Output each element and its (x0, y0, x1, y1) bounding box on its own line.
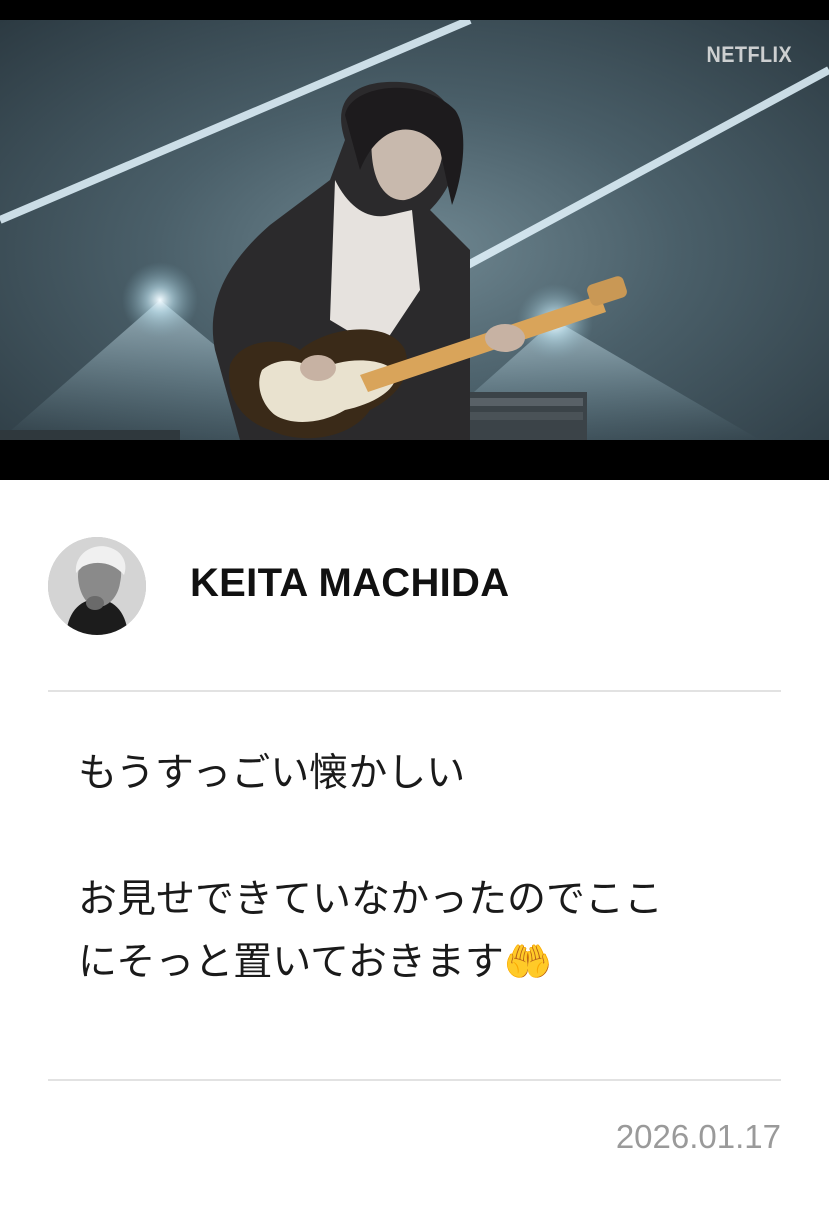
video-player[interactable]: NETFLIX (0, 0, 829, 480)
post-text-line: にそっと置いておきます🤲 (78, 940, 553, 985)
post-text-line: もうすっごい懐かしい (78, 751, 466, 796)
post-body: もうすっごい懐かしい お見せできていなかったのでここ にそっと置いておきます🤲 (78, 742, 768, 994)
profile-photo-icon (48, 537, 146, 635)
divider (48, 1079, 781, 1081)
author-header: KEITA MACHIDA (48, 537, 781, 635)
video-frame[interactable]: NETFLIX (0, 20, 829, 440)
divider (48, 690, 781, 692)
netflix-watermark: NETFLIX (706, 42, 792, 67)
post-date: 2026.01.17 (615, 1118, 781, 1155)
stage-scene-graphic (0, 20, 829, 440)
author-name[interactable]: KEITA MACHIDA (190, 561, 509, 606)
post-text-line: お見せできていなかったのでここ (78, 877, 664, 922)
avatar[interactable] (48, 537, 146, 635)
